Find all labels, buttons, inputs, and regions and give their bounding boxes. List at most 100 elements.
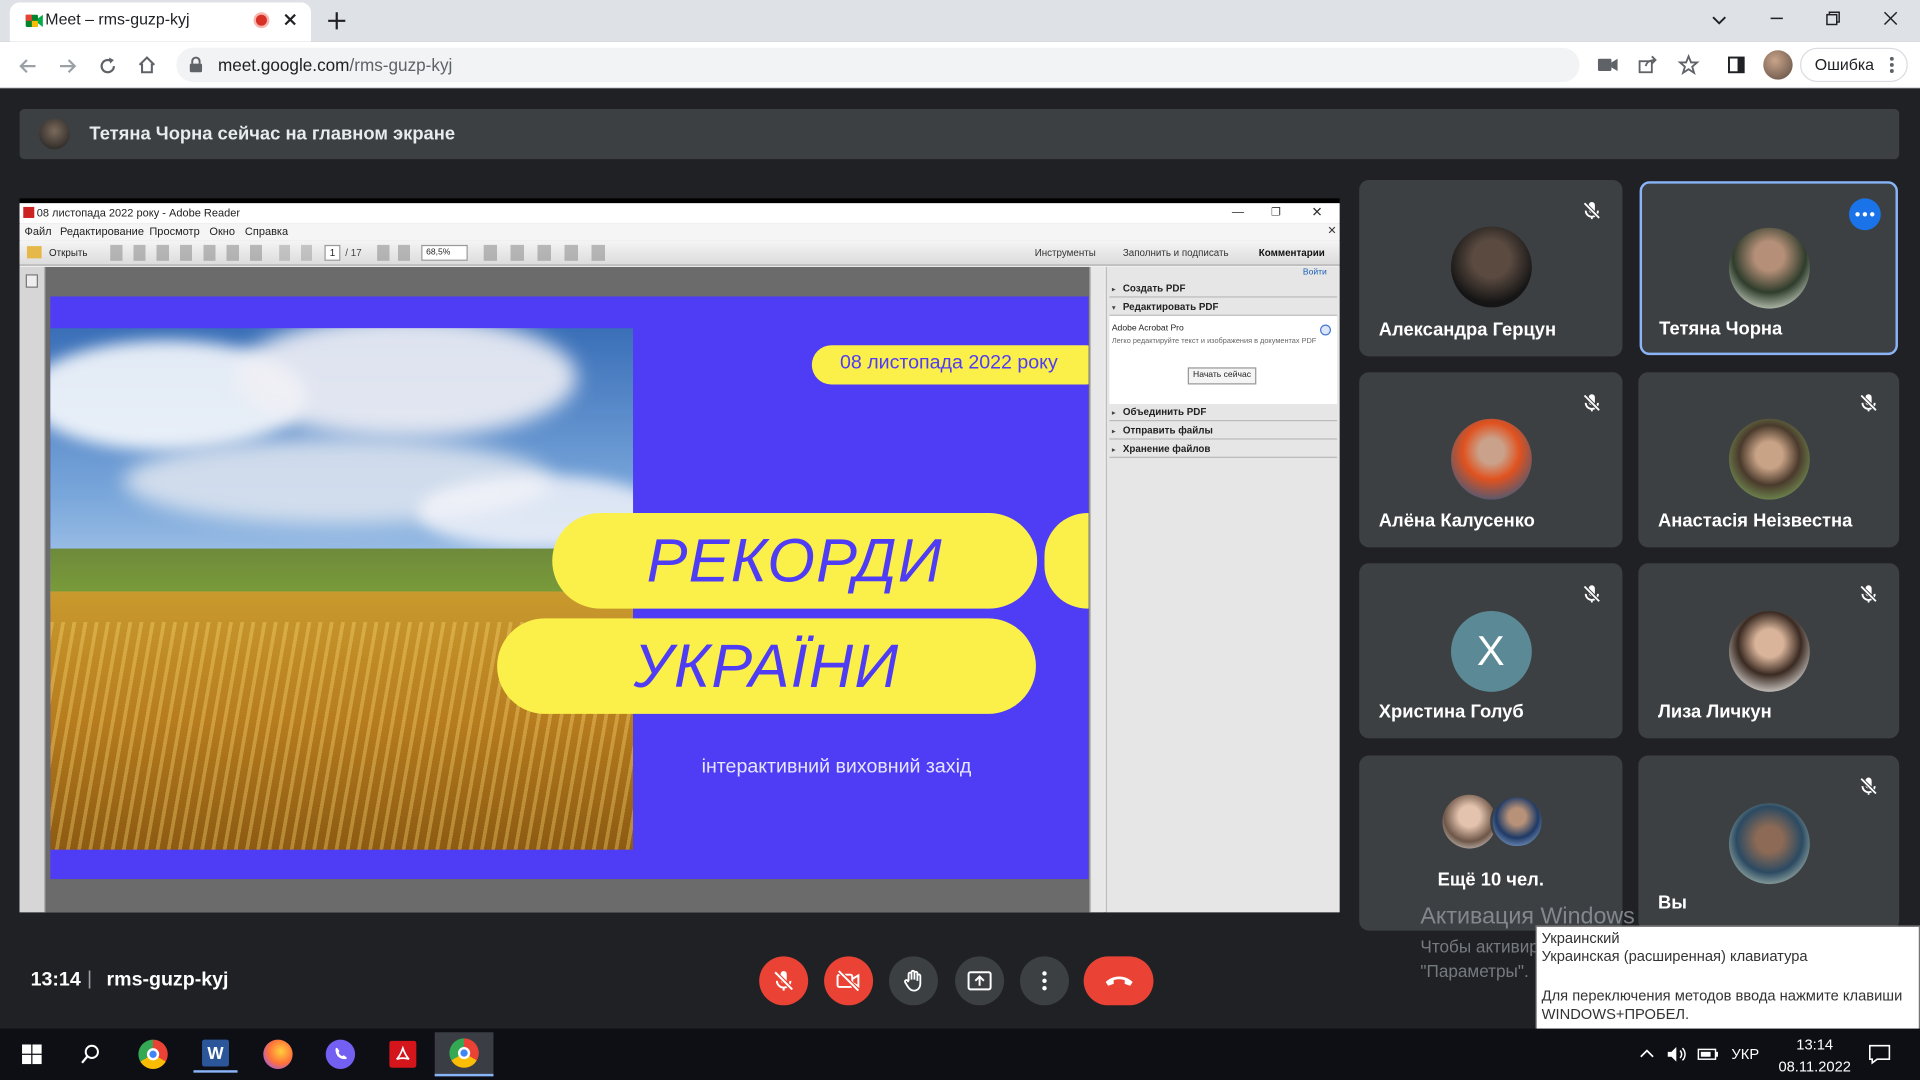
avatar — [1728, 803, 1810, 885]
reader-close-icon[interactable]: ✕ — [1311, 204, 1322, 221]
chrome-active-taskbar-icon[interactable] — [434, 1032, 494, 1077]
raise-hand-button[interactable] — [888, 956, 938, 1006]
acrobat-start-button[interactable]: Начать сейчас — [1187, 367, 1257, 385]
reader-tab-fill-sign[interactable]: Заполнить и подписать — [1123, 247, 1229, 258]
participant-name: Алёна Калусенко — [1378, 510, 1535, 532]
participant-tile[interactable]: Александра Герцун — [1359, 180, 1623, 357]
meeting-time: 13:14 — [30, 969, 81, 991]
side-panel-icon[interactable] — [1727, 55, 1747, 75]
reader-open-button[interactable]: Открыть — [49, 247, 87, 258]
open-folder-icon[interactable] — [26, 246, 42, 259]
search-icon[interactable] — [69, 1036, 113, 1073]
taskbar-date[interactable]: 08.11.2022 — [1771, 1058, 1859, 1075]
reader-menu-help[interactable]: Справка — [245, 225, 288, 237]
self-tile[interactable]: Вы — [1638, 755, 1900, 931]
word-taskbar-icon[interactable]: W — [193, 1036, 238, 1073]
meeting-code: rms-guzp-kyj — [106, 969, 229, 991]
panel-arrow-icon: ▸ — [1111, 410, 1116, 418]
camera-blocked-icon[interactable] — [1597, 55, 1619, 75]
url-text[interactable]: meet.google.com/rms-guzp-kyj — [218, 55, 452, 75]
participant-tile[interactable]: Х Христина Голуб — [1359, 563, 1623, 739]
reader-tab-tools[interactable]: Инструменты — [1035, 247, 1096, 258]
acrobat-taskbar-icon[interactable] — [381, 1036, 425, 1073]
reader-zoom-buttons[interactable] — [377, 244, 417, 261]
leave-call-button[interactable] — [1083, 956, 1154, 1006]
menu-icon[interactable] — [1888, 55, 1895, 75]
meet-favicon — [24, 11, 44, 31]
viber-taskbar-icon[interactable] — [318, 1036, 362, 1073]
reader-login-link[interactable]: Войти — [1303, 268, 1327, 277]
mic-off-icon — [1581, 200, 1603, 222]
share-icon[interactable] — [1637, 55, 1659, 75]
reader-page-input[interactable]: 1 — [324, 244, 341, 261]
reader-menu-view[interactable]: Просмотр — [149, 225, 199, 237]
reader-extra-icons[interactable] — [483, 244, 607, 261]
reader-minimize-icon[interactable]: — — [1232, 206, 1244, 219]
reader-zoom-select[interactable]: 68,5% — [421, 244, 468, 261]
reader-menu-file[interactable]: Файл — [24, 225, 51, 237]
bookmark-star-icon[interactable] — [1677, 53, 1700, 76]
new-tab-icon[interactable] — [326, 10, 348, 32]
avatar: Х — [1450, 611, 1532, 692]
panel-arrow-icon: ▸ — [1111, 428, 1116, 436]
back-icon[interactable] — [17, 55, 39, 77]
close-tab-icon[interactable] — [282, 11, 299, 28]
mic-off-icon — [1581, 583, 1603, 605]
acrobat-logo-icon — [1320, 324, 1332, 336]
home-icon[interactable] — [136, 54, 158, 76]
mic-toggle-button[interactable] — [759, 956, 809, 1006]
tooltip-hint: Для переключения методов ввода нажмите к… — [1541, 986, 1903, 1005]
restore-icon[interactable] — [1824, 10, 1841, 27]
tray-chevron-icon[interactable] — [1638, 1047, 1655, 1059]
present-screen-button[interactable] — [955, 956, 1005, 1006]
more-options-button[interactable] — [1020, 956, 1069, 1006]
participant-tile[interactable]: Тетяна Чорна — [1639, 181, 1898, 356]
participant-tile[interactable]: Анастасія Неізвестна — [1638, 372, 1900, 548]
participant-name: Лиза Личкун — [1657, 701, 1772, 723]
participant-tile[interactable]: Лиза Личкун — [1638, 563, 1900, 739]
reader-tool-icons[interactable] — [110, 244, 270, 261]
reader-menu-window[interactable]: Окно — [209, 225, 235, 237]
minimize-icon[interactable] — [1768, 10, 1785, 27]
panel-arrow-icon: ▾ — [1111, 304, 1116, 313]
panel-combine-pdf[interactable]: Объединить PDF — [1109, 405, 1338, 422]
tab-search-icon[interactable] — [1709, 10, 1729, 30]
forward-icon[interactable] — [56, 55, 78, 77]
reader-nav-icons[interactable] — [279, 244, 324, 261]
reader-scrollbar[interactable] — [1089, 266, 1105, 913]
mic-off-icon — [1858, 775, 1880, 797]
participant-name: Тетяна Чорна — [1659, 318, 1783, 340]
participant-tile[interactable]: Алёна Калусенко — [1359, 372, 1623, 548]
panel-store-files[interactable]: Хранение файлов — [1109, 442, 1338, 458]
lock-icon[interactable] — [189, 56, 204, 73]
close-window-icon[interactable] — [1882, 10, 1899, 27]
slide-title-line2: УКРАЇНИ — [633, 631, 900, 701]
battery-icon[interactable] — [1697, 1047, 1719, 1062]
volume-icon[interactable] — [1665, 1044, 1687, 1064]
reload-icon[interactable] — [97, 55, 119, 77]
panel-edit-pdf[interactable]: Редактировать PDF — [1109, 300, 1338, 316]
reader-doc-close-icon[interactable]: ✕ — [1327, 224, 1336, 237]
chrome-taskbar-icon[interactable] — [131, 1036, 175, 1073]
taskbar-time[interactable]: 13:14 — [1776, 1036, 1854, 1053]
camera-toggle-button[interactable] — [824, 956, 874, 1006]
notifications-icon[interactable] — [1867, 1043, 1891, 1065]
reader-menu-edit[interactable]: Редактирование — [60, 225, 144, 237]
more-options-button[interactable] — [1848, 198, 1881, 231]
mic-off-icon — [1581, 392, 1603, 414]
panel-create-pdf[interactable]: Создать PDF — [1109, 282, 1338, 298]
page-thumbnails-icon[interactable] — [25, 274, 38, 288]
presenter-avatar — [39, 118, 70, 150]
panel-send-files[interactable]: Отправить файлы — [1109, 424, 1338, 440]
windows-start-icon[interactable] — [10, 1036, 54, 1073]
reader-tab-comments[interactable]: Комментарии — [1259, 247, 1325, 258]
firefox-taskbar-icon[interactable] — [256, 1036, 300, 1073]
slide-date: 08 листопада 2022 року — [840, 352, 1058, 374]
avatar — [1490, 794, 1545, 849]
panel-arrow-icon: ▸ — [1111, 286, 1116, 294]
profile-avatar[interactable] — [1763, 50, 1793, 80]
input-language[interactable]: УКР — [1731, 1046, 1759, 1063]
reader-maximize-icon[interactable]: ❐ — [1271, 206, 1281, 219]
reader-window-title: 08 листопада 2022 року - Adobe Reader — [36, 206, 241, 220]
meeting-separator: | — [86, 968, 93, 990]
